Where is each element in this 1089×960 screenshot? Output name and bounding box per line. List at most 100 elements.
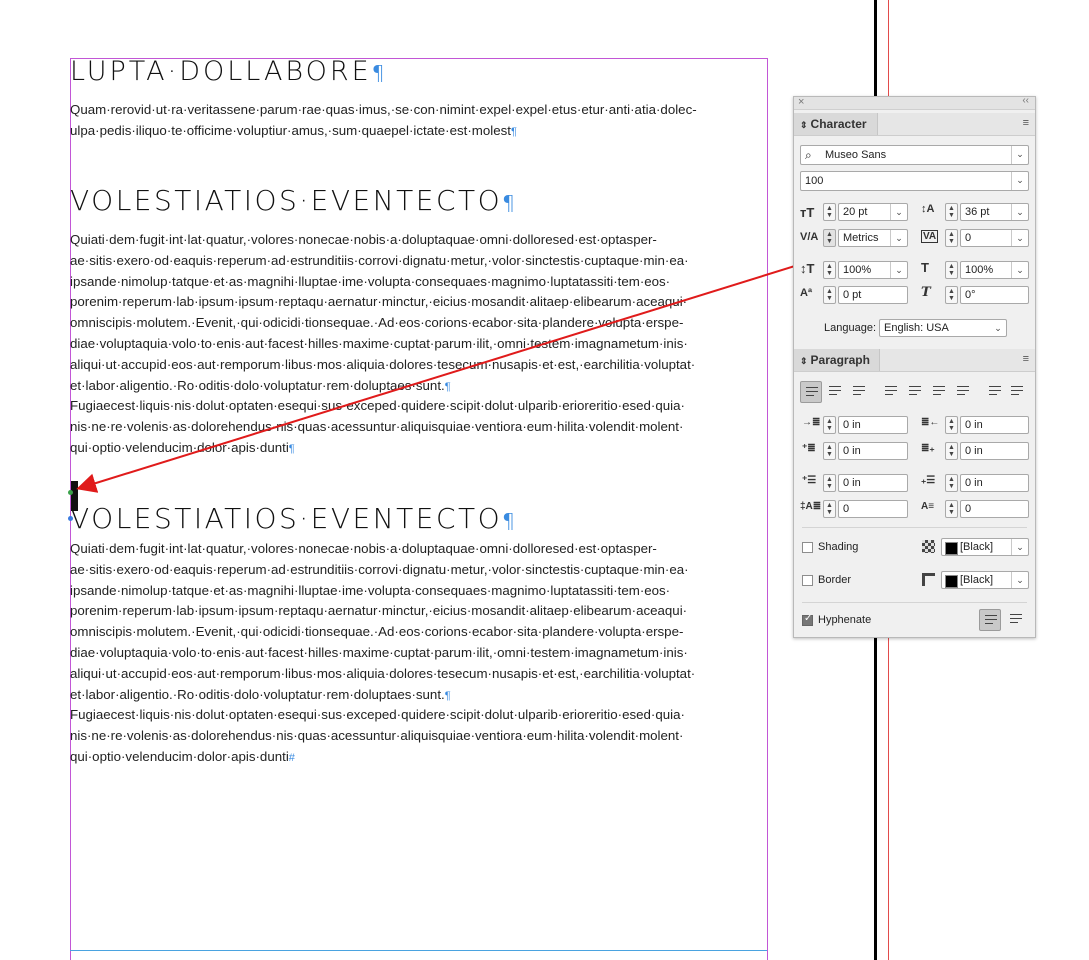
close-icon[interactable]: × — [798, 96, 804, 108]
drop-cap-chars-stepper[interactable]: ▲ ▼ — [945, 500, 958, 518]
tab-paragraph[interactable]: ⇕ Paragraph — [794, 349, 880, 371]
font-size-value: 20 pt — [843, 206, 868, 218]
drop-cap-chars-value: 0 — [965, 503, 972, 515]
first-line-indent-stepper[interactable]: ▲ ▼ — [823, 442, 836, 460]
left-indent-icon: →≣ — [802, 417, 821, 428]
align-left-button[interactable] — [800, 381, 822, 403]
font-size-input[interactable]: 20 pt ⌄ — [838, 203, 908, 221]
align-center-button[interactable] — [824, 381, 846, 403]
font-family-field[interactable]: ⌕ Museo Sans ⌄ — [800, 145, 1029, 165]
first-line-indent-value: 0 in — [843, 445, 861, 457]
chevron-down-icon[interactable]: ⌄ — [990, 320, 1006, 336]
leading-input[interactable]: 36 pt ⌄ — [960, 203, 1029, 221]
vertical-scale-input[interactable]: 100% ⌄ — [838, 261, 908, 279]
border-checkbox[interactable] — [802, 575, 813, 586]
grid-align-baseline-button[interactable] — [1005, 609, 1027, 631]
tab-label: Character — [810, 117, 867, 131]
last-line-indent-input[interactable]: 0 in — [960, 442, 1029, 460]
drop-cap-lines-input[interactable]: 0 — [838, 500, 908, 518]
font-style-value: 100 — [805, 175, 824, 187]
border-color-value: [Black] — [960, 574, 994, 586]
chevron-down-icon[interactable]: ⌄ — [1011, 539, 1028, 555]
last-line-indent-icon: ≣₊ — [921, 443, 935, 454]
tracking-stepper[interactable]: ▲ ▼ — [945, 229, 958, 247]
tracking-input[interactable]: 0 ⌄ — [960, 229, 1029, 247]
font-size-stepper[interactable]: ▲ ▼ — [823, 203, 836, 221]
hyphenate-label: Hyphenate — [818, 614, 872, 626]
drop-cap-lines-icon: ‡A≣ — [800, 501, 822, 512]
leading-stepper[interactable]: ▲ ▼ — [945, 203, 958, 221]
space-after-input[interactable]: 0 in — [960, 474, 1029, 492]
language-select[interactable]: English: USA ⌄ — [879, 319, 1007, 337]
divider — [802, 602, 1027, 603]
black-swatch — [945, 542, 958, 555]
skew-stepper[interactable]: ▲ ▼ — [945, 286, 958, 304]
drop-cap-lines-value: 0 — [843, 503, 850, 515]
chevron-down-icon[interactable]: ⌄ — [890, 262, 907, 278]
space-before-stepper[interactable]: ▲ ▼ — [823, 474, 836, 492]
border-settings-icon[interactable] — [922, 573, 935, 586]
shading-color-value: [Black] — [960, 541, 994, 553]
font-size-icon: ᴛT — [800, 205, 815, 220]
panel-menu-icon[interactable]: ≡ — [1023, 117, 1029, 129]
hyphenate-checkbox[interactable] — [802, 613, 813, 626]
chevron-down-icon[interactable]: ⌄ — [1011, 204, 1028, 220]
right-indent-input[interactable]: 0 in — [960, 416, 1029, 434]
left-indent-stepper[interactable]: ▲ ▼ — [823, 416, 836, 434]
black-swatch — [945, 575, 958, 588]
drop-cap-chars-input[interactable]: 0 — [960, 500, 1029, 518]
align-right-button[interactable] — [848, 381, 870, 403]
align-towards-spine-button[interactable] — [984, 381, 1006, 403]
shading-settings-icon[interactable] — [922, 540, 935, 553]
border-color-select[interactable]: [Black] ⌄ — [941, 571, 1029, 589]
language-label: Language: — [824, 322, 876, 334]
drop-cap-lines-stepper[interactable]: ▲ ▼ — [823, 500, 836, 518]
chevron-down-icon[interactable]: ⌄ — [1011, 230, 1028, 246]
first-line-indent-input[interactable]: 0 in — [838, 442, 908, 460]
vertical-scale-stepper[interactable]: ▲ ▼ — [823, 261, 836, 279]
chevron-down-icon[interactable]: ⌄ — [890, 230, 907, 246]
right-indent-stepper[interactable]: ▲ ▼ — [945, 416, 958, 434]
chevron-down-icon[interactable]: ⌄ — [890, 204, 907, 220]
justify-right-button[interactable] — [928, 381, 950, 403]
panel-menu-icon[interactable]: ≡ — [1023, 353, 1029, 365]
chevron-down-icon[interactable]: ⌄ — [1011, 172, 1028, 190]
chevron-down-icon[interactable]: ⌄ — [1011, 146, 1028, 164]
border-label: Border — [818, 574, 852, 586]
last-line-indent-value: 0 in — [965, 445, 983, 457]
font-style-field[interactable]: 100 ⌄ — [800, 171, 1029, 191]
space-after-stepper[interactable]: ▲ ▼ — [945, 474, 958, 492]
justify-left-button[interactable] — [880, 381, 902, 403]
baseline-shift-input[interactable]: 0 pt — [838, 286, 908, 304]
skew-input[interactable]: 0° — [960, 286, 1029, 304]
shading-label: Shading — [818, 541, 859, 553]
kerning-input[interactable]: Metrics ⌄ — [838, 229, 908, 247]
justify-all-button[interactable] — [952, 381, 974, 403]
baseline-shift-stepper[interactable]: ▲ ▼ — [823, 286, 836, 304]
collapse-icon[interactable]: ‹‹ — [1022, 95, 1029, 106]
panel-title-bar[interactable]: × ‹‹ — [794, 95, 1035, 110]
horizontal-scale-stepper[interactable]: ▲ ▼ — [945, 261, 958, 279]
right-indent-value: 0 in — [965, 419, 983, 431]
space-after-value: 0 in — [965, 477, 983, 489]
shading-checkbox[interactable] — [802, 542, 813, 553]
kerning-value: Metrics — [843, 232, 879, 244]
leading-icon: ↕A — [921, 203, 935, 215]
chevron-down-icon[interactable]: ⌄ — [1011, 262, 1028, 278]
horizontal-scale-input[interactable]: 100% ⌄ — [960, 261, 1029, 279]
space-after-icon: ₊☰ — [921, 475, 936, 486]
chevron-down-icon[interactable]: ⌄ — [1011, 572, 1028, 588]
left-indent-input[interactable]: 0 in — [838, 416, 908, 434]
grid-align-none-button[interactable] — [979, 609, 1001, 631]
baseline-shift-icon: Aª — [800, 287, 813, 299]
character-paragraph-panel[interactable]: × ‹‹ ⇕ Character ≡ ⌕ Museo Sans ⌄ 100 ⌄ ᴛ… — [793, 95, 1036, 638]
font-family-value: Museo Sans — [825, 149, 887, 161]
justify-center-button[interactable] — [904, 381, 926, 403]
last-line-indent-stepper[interactable]: ▲ ▼ — [945, 442, 958, 460]
kerning-stepper[interactable]: ▲ ▼ — [823, 229, 836, 247]
align-away-spine-button[interactable] — [1006, 381, 1028, 403]
space-before-input[interactable]: 0 in — [838, 474, 908, 492]
shading-color-select[interactable]: [Black] ⌄ — [941, 538, 1029, 556]
divider — [802, 527, 1027, 528]
tab-character[interactable]: ⇕ Character — [794, 113, 878, 135]
